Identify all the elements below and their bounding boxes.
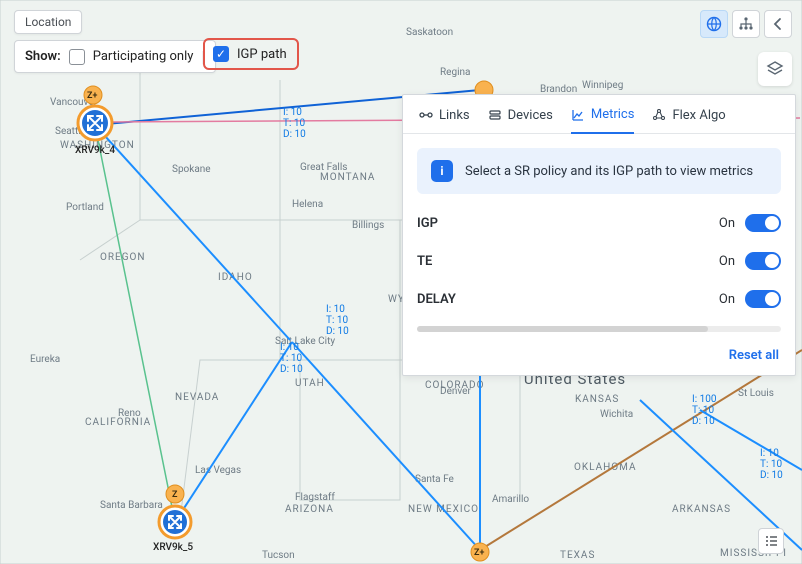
svg-text:Las Vegas: Las Vegas <box>195 465 241 476</box>
svg-text:IDAHO: IDAHO <box>218 272 253 283</box>
layers-icon[interactable] <box>758 52 792 86</box>
svg-text:I: 10: I: 10 <box>326 304 345 315</box>
row-igp-state: On <box>719 216 735 231</box>
svg-text:Z+: Z+ <box>474 548 484 558</box>
tab-flex-label: Flex Algo <box>672 108 725 123</box>
svg-text:Billings: Billings <box>352 220 384 231</box>
row-igp: IGP On <box>417 204 781 242</box>
metric-m5: I: 100 T: 10 D: 10 <box>692 394 717 427</box>
toggle-te[interactable] <box>745 252 781 270</box>
tab-devices[interactable]: Devices <box>488 107 553 133</box>
svg-text:D: 10: D: 10 <box>280 364 303 375</box>
svg-text:NEVADA: NEVADA <box>175 392 219 403</box>
svg-text:Flagstaff: Flagstaff <box>295 491 335 503</box>
svg-text:St Louis: St Louis <box>738 388 774 399</box>
igp-label: IGP path <box>237 47 287 62</box>
svg-text:D: 10: D: 10 <box>760 470 783 481</box>
svg-text:XRV9k_5: XRV9k_5 <box>153 542 193 553</box>
row-te-state: On <box>719 254 735 269</box>
info-text: Select a SR policy and its IGP path to v… <box>465 164 753 179</box>
globe-icon[interactable] <box>700 10 728 38</box>
svg-text:Reno: Reno <box>118 408 141 419</box>
svg-text:I: 100: I: 100 <box>692 394 717 405</box>
legend-icon[interactable] <box>758 528 784 554</box>
row-te: TE On <box>417 242 781 280</box>
svg-text:ARIZONA: ARIZONA <box>285 504 334 515</box>
tab-metrics-label: Metrics <box>591 107 635 122</box>
svg-text:Wichita: Wichita <box>600 409 633 420</box>
svg-text:T: 10: T: 10 <box>280 353 302 364</box>
tab-devices-label: Devices <box>508 108 553 123</box>
info-icon: i <box>431 160 453 182</box>
metrics-icon <box>571 108 585 122</box>
hierarchy-icon[interactable] <box>732 10 760 38</box>
reset-all-link[interactable]: Reset all <box>729 348 779 363</box>
panel-scrollbar[interactable] <box>417 326 781 332</box>
reset-row: Reset all <box>403 338 795 375</box>
metric-toggle-rows: IGP On TE On DELAY On <box>403 204 795 324</box>
row-delay-state: On <box>719 292 735 307</box>
row-delay-label: DELAY <box>417 292 456 307</box>
svg-text:D: 10: D: 10 <box>692 416 715 427</box>
toggle-delay[interactable] <box>745 290 781 308</box>
svg-text:Helena: Helena <box>292 199 323 210</box>
chevron-left-icon[interactable] <box>764 10 792 38</box>
svg-text:D: 10: D: 10 <box>283 129 306 140</box>
svg-text:Eureka: Eureka <box>30 354 60 365</box>
top-right-toolbar <box>700 10 792 38</box>
row-igp-label: IGP <box>417 216 438 231</box>
svg-text:T: 10: T: 10 <box>326 315 348 326</box>
svg-text:I: 10: I: 10 <box>280 342 299 353</box>
tab-flex-algo[interactable]: Flex Algo <box>652 107 725 133</box>
igp-path-option-highlighted[interactable]: ✓ IGP path <box>203 38 299 70</box>
svg-text:Portland: Portland <box>66 202 104 213</box>
links-icon <box>419 108 433 122</box>
info-banner: i Select a SR policy and its IGP path to… <box>417 148 781 194</box>
svg-text:T: 10: T: 10 <box>760 459 782 470</box>
svg-text:TEXAS: TEXAS <box>560 550 595 561</box>
svg-text:I: 10: I: 10 <box>760 448 779 459</box>
svg-text:KANSAS: KANSAS <box>575 394 619 405</box>
svg-text:Spokane: Spokane <box>172 164 211 175</box>
location-button[interactable]: Location <box>14 10 82 34</box>
panel-tabs: Links Devices Metrics Flex Algo <box>403 95 795 134</box>
igp-checkbox[interactable]: ✓ <box>213 46 229 62</box>
svg-text:ARKANSAS: ARKANSAS <box>672 504 731 515</box>
metrics-panel: Links Devices Metrics Flex Algo i Select… <box>402 94 796 376</box>
svg-text:Tucson: Tucson <box>262 550 295 561</box>
row-te-label: TE <box>417 254 432 269</box>
svg-text:XRV9k_4: XRV9k_4 <box>75 145 115 156</box>
svg-text:D: 10: D: 10 <box>326 326 349 337</box>
svg-text:Z+: Z+ <box>87 91 97 101</box>
flex-algo-icon <box>652 108 666 122</box>
svg-text:T: 10: T: 10 <box>692 405 714 416</box>
tab-links-label: Links <box>439 108 470 123</box>
participating-label: Participating only <box>93 49 194 64</box>
svg-text:I: 10: I: 10 <box>283 107 302 118</box>
toggle-igp[interactable] <box>745 214 781 232</box>
svg-text:Z: Z <box>172 490 178 500</box>
svg-text:Winnipeg: Winnipeg <box>582 80 623 91</box>
svg-text:Great Falls: Great Falls <box>300 162 347 173</box>
svg-text:MONTANA: MONTANA <box>320 172 375 183</box>
show-filter-bar: Show: Participating only | <box>14 40 216 73</box>
svg-text:Amarillo: Amarillo <box>492 494 529 505</box>
svg-text:Denver: Denver <box>440 386 471 397</box>
svg-text:T: 10: T: 10 <box>283 118 305 129</box>
participating-checkbox[interactable] <box>69 49 85 65</box>
node-bottom-center[interactable]: Z+ <box>471 543 489 561</box>
tab-links[interactable]: Links <box>419 107 470 133</box>
devices-icon <box>488 108 502 122</box>
svg-text:Santa Barbara: Santa Barbara <box>100 500 163 511</box>
svg-text:Regina: Regina <box>440 67 470 78</box>
row-delay: DELAY On <box>417 280 781 318</box>
show-label: Show: <box>25 49 61 64</box>
svg-text:Saskatoon: Saskatoon <box>406 27 453 38</box>
tab-metrics[interactable]: Metrics <box>571 107 635 134</box>
svg-text:UTAH: UTAH <box>295 378 325 389</box>
